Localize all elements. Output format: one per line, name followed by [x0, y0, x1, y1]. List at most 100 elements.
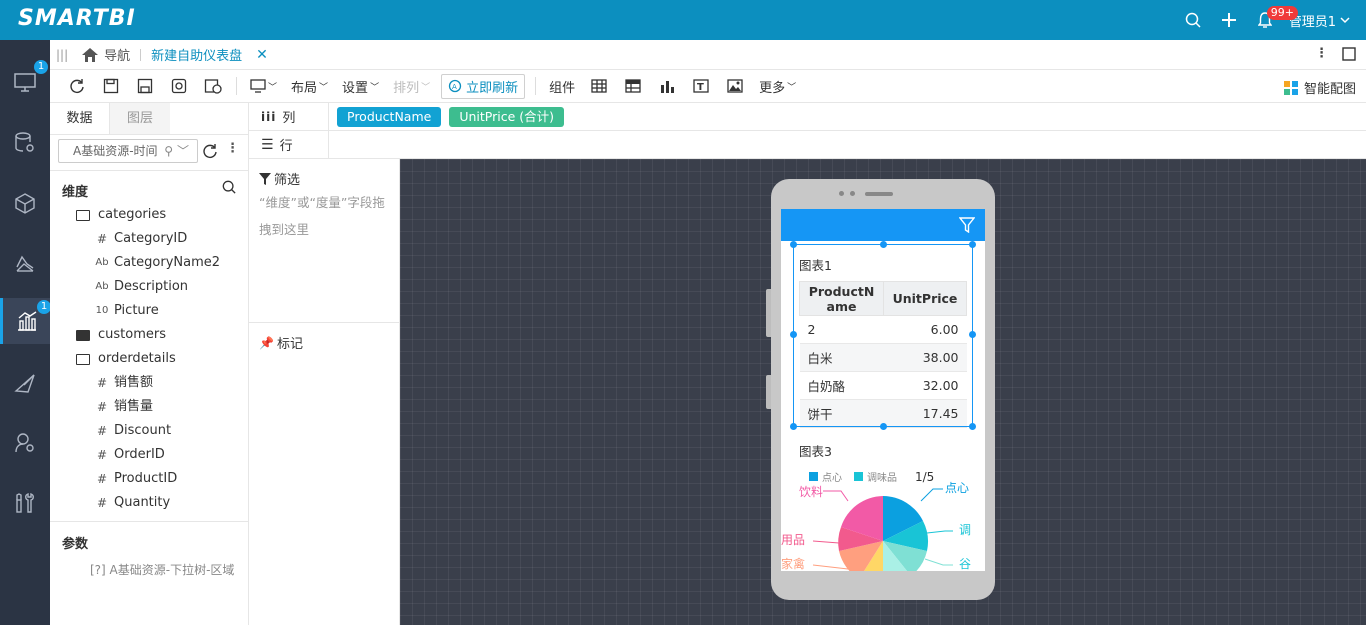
more-menu[interactable]: 更多 ﹀	[759, 77, 796, 96]
smart-config-button[interactable]: 智能配图	[1283, 78, 1356, 97]
top-header: SMARTBI 99+ 管理员1	[0, 0, 1366, 40]
layers-chart-icon	[16, 255, 34, 272]
search-icon[interactable]	[222, 180, 236, 194]
number-field-icon: #	[96, 400, 108, 414]
tab-home-label: 导航	[104, 49, 131, 64]
pie-label-right: 点心	[945, 481, 970, 495]
table-header: UnitPrice	[883, 281, 967, 316]
tree-field-sales-qty[interactable]: # 销售量	[92, 395, 153, 419]
chevron-down-icon: ﹀	[176, 144, 189, 158]
tree-field-orderid[interactable]: # OrderID	[92, 443, 165, 467]
bar-chart-icon[interactable]	[650, 70, 684, 103]
tree-field-sales-amount[interactable]: # 销售额	[92, 371, 153, 395]
mobile-preview: 图表1 ProductName UnitPrice 2 6.00 白米 38.00 …	[766, 179, 995, 600]
tree-field-categoryid[interactable]: # CategoryID	[92, 227, 187, 251]
main-toolbar: ﹀ 布局 ﹀ 设置 ﹀ 排列 ﹀ A 立即刷新 组件 T 更多 ﹀ 智能配图	[50, 70, 1366, 103]
auto-refresh-icon: A	[448, 79, 462, 93]
column-shelf: iii 列 ProductName UnitPrice (合计)	[249, 102, 1366, 131]
image-icon[interactable]	[718, 70, 752, 103]
tree-folder-categories[interactable]: categories	[76, 203, 166, 227]
chart3-title: 图表3	[799, 444, 832, 459]
tree-field-quantity[interactable]: # Quantity	[92, 491, 170, 515]
tab-dashboard[interactable]: 新建自助仪表盘	[151, 45, 242, 64]
filter-icon[interactable]	[959, 217, 975, 233]
folder-icon	[76, 329, 90, 341]
chart1-card[interactable]: 图表1 ProductName UnitPrice 2 6.00 白米 38.00 …	[793, 245, 973, 428]
refresh-now-button[interactable]: A 立即刷新	[441, 73, 526, 99]
layout-menu[interactable]: 布局 ﹀	[291, 77, 328, 96]
refresh-icon[interactable]	[60, 70, 94, 103]
tab-layers[interactable]: 图层	[110, 103, 170, 134]
number-field-icon: #	[96, 376, 108, 390]
rail-item-screen[interactable]: 1	[0, 60, 50, 106]
bar-chart-icon	[17, 311, 36, 331]
schedule-icon[interactable]	[196, 70, 230, 103]
column-shelf-label: 列	[282, 111, 296, 126]
tree-folder-customers[interactable]: customers	[76, 323, 166, 347]
rail-item-publish[interactable]	[0, 360, 50, 406]
app-logo: SMARTBI	[18, 6, 136, 31]
bell-icon[interactable]: 99+	[1247, 0, 1298, 40]
tab-data[interactable]: 数据	[50, 103, 110, 134]
preview-icon[interactable]	[162, 70, 196, 103]
rail-item-user[interactable]	[0, 420, 50, 466]
rail-item-mining[interactable]	[0, 240, 50, 286]
tree-field-description[interactable]: Ab Description	[92, 275, 188, 299]
table-row: 饼干 17.45	[799, 399, 967, 428]
menu-grip-icon[interactable]: |||	[56, 48, 68, 62]
param-item[interactable]: [?] A基础资源-下拉树-区域	[90, 561, 234, 578]
svg-text:T: T	[697, 82, 704, 93]
row-icon: ☰	[261, 136, 274, 153]
search-icon[interactable]	[1175, 0, 1211, 40]
text-field-icon: Ab	[95, 257, 109, 268]
text-field-icon: Ab	[95, 281, 109, 292]
tree-field-picture[interactable]: 10 Picture	[92, 299, 159, 323]
smart-chart-icon	[1283, 80, 1298, 95]
phone-screen: 图表1 ProductName UnitPrice 2 6.00 白米 38.00 …	[781, 209, 985, 571]
phone-header	[781, 209, 985, 241]
folder-open-icon	[76, 209, 90, 221]
search-icon: ⚲	[164, 144, 173, 158]
mark-title: 📌 标记	[259, 335, 303, 353]
cube-icon	[15, 193, 35, 214]
save-icon[interactable]	[94, 70, 128, 103]
folder-open-icon	[76, 353, 90, 365]
sync-icon[interactable]	[202, 143, 218, 159]
pie-label-left: 家禽	[781, 557, 805, 571]
tab-home[interactable]: 导航	[82, 45, 130, 64]
table-row: 白奶酪 32.00	[799, 371, 967, 400]
text-box-icon[interactable]: T	[684, 70, 718, 103]
tree-field-categoryname2[interactable]: Ab CategoryName2	[92, 251, 220, 275]
chart3-card[interactable]: 图表3 点心 调味品 1/5 饮料 用品 家禽 点心 调 谷	[781, 431, 973, 571]
tree-field-discount[interactable]: # Discount	[92, 419, 171, 443]
table-icon[interactable]	[582, 70, 616, 103]
save-as-icon[interactable]	[128, 70, 162, 103]
fullscreen-icon[interactable]	[1342, 46, 1356, 61]
user-settings-icon	[15, 433, 34, 453]
add-icon[interactable]	[1211, 0, 1247, 40]
crosstab-icon[interactable]	[616, 70, 650, 103]
close-icon[interactable]: ✕	[256, 47, 268, 63]
rail-item-analysis[interactable]: 1	[0, 298, 51, 344]
filter-drop-hint[interactable]: “维度”或“度量”字段拖拽到这里	[259, 189, 394, 243]
tree-field-productid[interactable]: # ProductID	[92, 467, 177, 491]
table-row: 2 6.00	[799, 315, 967, 344]
column-chip-productname[interactable]: ProductName	[337, 106, 442, 127]
notification-badge: 99+	[1266, 6, 1298, 20]
column-chip-unitprice[interactable]: UnitPrice (合计)	[449, 106, 565, 127]
device-select[interactable]: ﹀	[250, 79, 277, 93]
more-vertical-icon[interactable]: ⋮	[1315, 46, 1328, 61]
rail-item-model[interactable]	[0, 180, 50, 226]
tree-folder-orderdetails[interactable]: orderdetails	[76, 347, 176, 371]
datasource-select[interactable]: A基础资源-时间 ⚲ ﹀	[58, 139, 198, 163]
arrange-menu[interactable]: 排列 ﹀	[393, 77, 430, 96]
binary-field-icon: 10	[95, 305, 109, 316]
rail-item-tools[interactable]	[0, 480, 50, 526]
monitor-icon	[14, 73, 36, 92]
more-vertical-icon[interactable]: ⋮	[226, 141, 239, 156]
number-field-icon: #	[96, 448, 108, 462]
settings-menu[interactable]: 设置 ﹀	[342, 77, 379, 96]
table-row: 白米 38.00	[799, 343, 967, 372]
params-title: 参数	[62, 537, 89, 552]
rail-item-datasource[interactable]	[0, 120, 50, 166]
